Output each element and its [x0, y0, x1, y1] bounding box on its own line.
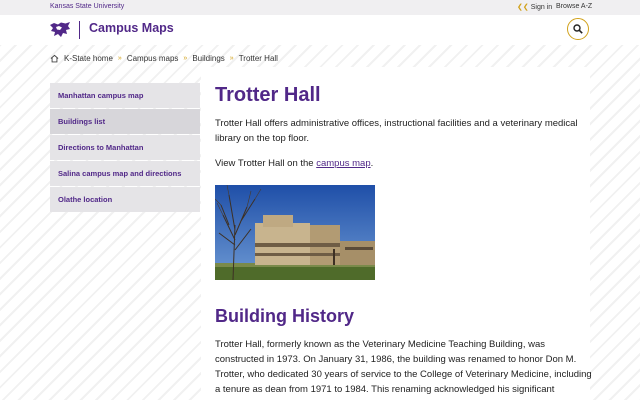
campus-map-link[interactable]: campus map — [316, 158, 370, 169]
nav-item-olathe[interactable]: Olathe location — [50, 187, 200, 212]
home-icon — [50, 54, 59, 62]
sign-in-label: Sign in — [530, 4, 553, 11]
sign-in-link[interactable]: ❮❮ Sign in — [517, 3, 552, 11]
wildcat-logo-icon[interactable] — [49, 21, 71, 38]
site-title[interactable]: Campus Maps — [89, 21, 174, 35]
sign-in-arrow-icon: ❮❮ — [517, 4, 529, 11]
history-paragraph: Trotter Hall, formerly known as the Vete… — [215, 339, 592, 395]
search-button[interactable] — [567, 18, 589, 40]
campus-map-line: View Trotter Hall on the campus map. — [215, 158, 373, 169]
site-header: Campus Maps — [0, 15, 640, 45]
nav-item-buildings-list[interactable]: Buildings list — [50, 109, 200, 134]
chevron-right-icon: » — [117, 54, 122, 62]
nav-item-directions[interactable]: Directions to Manhattan — [50, 135, 200, 160]
nav-item-manhattan-map[interactable]: Manhattan campus map — [50, 83, 200, 108]
page-title: Trotter Hall — [215, 84, 321, 106]
header-divider — [79, 21, 80, 39]
breadcrumb: K-State home » Campus maps » Buildings »… — [50, 52, 278, 64]
building-photo — [215, 185, 375, 280]
breadcrumb-current: Trotter Hall — [238, 53, 278, 63]
view-prefix: View Trotter Hall on the — [215, 158, 317, 169]
breadcrumb-home[interactable]: K-State home — [64, 54, 113, 63]
side-navigation: Manhattan campus map Buildings list Dire… — [50, 83, 200, 213]
breadcrumb-buildings[interactable]: Buildings — [192, 54, 224, 63]
nav-item-salina[interactable]: Salina campus map and directions — [50, 161, 200, 186]
search-icon — [573, 24, 583, 34]
view-suffix: . — [370, 158, 374, 169]
utility-bar: Kansas State University ❮❮ Sign in Browse… — [0, 0, 640, 15]
intro-paragraph: Trotter Hall offers administrative offic… — [215, 118, 578, 144]
history-heading: Building History — [215, 306, 354, 326]
chevron-right-icon: » — [229, 54, 234, 62]
browse-az-link[interactable]: Browse A-Z — [556, 3, 592, 10]
breadcrumb-campus-maps[interactable]: Campus maps — [127, 54, 179, 63]
university-link[interactable]: Kansas State University — [50, 3, 124, 10]
chevron-right-icon: » — [183, 54, 188, 62]
